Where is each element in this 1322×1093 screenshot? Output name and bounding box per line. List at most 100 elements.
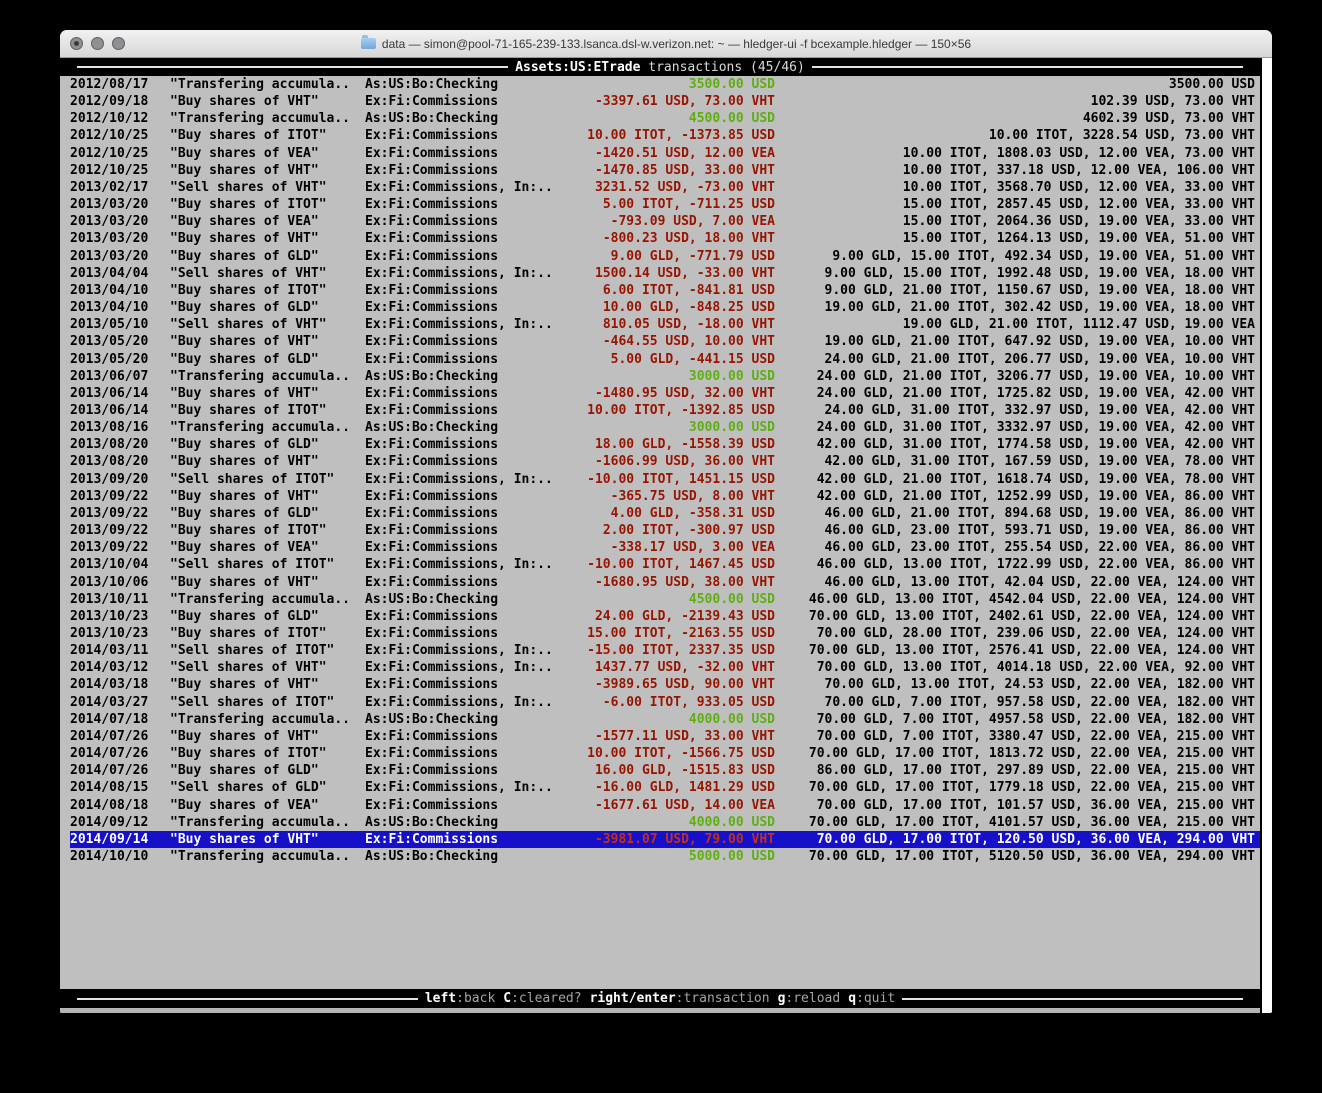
txn-amount: -1470.85 USD, 33.00 VHT — [565, 162, 775, 179]
transaction-row[interactable]: 2014/07/18 "Transfering accumula.. As:US… — [70, 711, 1260, 728]
transaction-row[interactable]: 2014/03/11 "Sell shares of ITOT" Ex:Fi:C… — [70, 642, 1260, 659]
transaction-row[interactable]: 2013/08/20 "Buy shares of VHT" Ex:Fi:Com… — [70, 453, 1260, 470]
txn-amount: -15.00 ITOT, 2337.35 USD — [565, 642, 775, 659]
txn-date: 2014/08/18 — [70, 797, 170, 814]
txn-date: 2013/08/20 — [70, 436, 170, 453]
transaction-row[interactable]: 2013/03/20 "Buy shares of VHT" Ex:Fi:Com… — [70, 230, 1260, 247]
transaction-row[interactable]: 2012/10/25 "Buy shares of VHT" Ex:Fi:Com… — [70, 162, 1260, 179]
transaction-row[interactable]: 2014/08/15 "Sell shares of GLD" Ex:Fi:Co… — [70, 779, 1260, 796]
txn-running-balance: 46.00 GLD, 21.00 ITOT, 894.68 USD, 19.00… — [775, 505, 1260, 522]
txn-running-balance: 10.00 ITOT, 337.18 USD, 12.00 VEA, 106.0… — [775, 162, 1260, 179]
txn-other-accounts: Ex:Fi:Commissions — [365, 488, 565, 505]
transaction-row[interactable]: 2013/08/20 "Buy shares of GLD" Ex:Fi:Com… — [70, 436, 1260, 453]
transaction-row[interactable]: 2012/10/25 "Buy shares of VEA" Ex:Fi:Com… — [70, 145, 1260, 162]
txn-running-balance: 46.00 GLD, 13.00 ITOT, 1722.99 USD, 22.0… — [775, 556, 1260, 573]
txn-description: "Buy shares of VHT" — [170, 162, 365, 179]
txn-description: "Buy shares of VEA" — [170, 539, 365, 556]
transaction-row[interactable]: 2012/09/18 "Buy shares of VHT" Ex:Fi:Com… — [70, 93, 1260, 110]
txn-date: 2013/10/23 — [70, 608, 170, 625]
header-rule-right — [812, 66, 1243, 68]
txn-running-balance: 102.39 USD, 73.00 VHT — [775, 93, 1260, 110]
scrollbar-track[interactable] — [1260, 58, 1272, 1013]
transaction-row[interactable]: 2012/08/17 "Transfering accumula.. As:US… — [70, 76, 1260, 93]
minimize-button[interactable] — [91, 37, 104, 50]
transaction-row[interactable]: 2013/09/22 "Buy shares of VHT" Ex:Fi:Com… — [70, 488, 1260, 505]
txn-running-balance: 24.00 GLD, 31.00 ITOT, 332.97 USD, 19.00… — [775, 402, 1260, 419]
screen-header-bar: Assets:US:ETrade transactions (45/46) — [60, 58, 1260, 76]
txn-date: 2014/07/26 — [70, 762, 170, 779]
txn-running-balance: 86.00 GLD, 17.00 ITOT, 297.89 USD, 22.00… — [775, 762, 1260, 779]
txn-description: "Buy shares of GLD" — [170, 351, 365, 368]
txn-running-balance: 70.00 GLD, 7.00 ITOT, 3380.47 USD, 22.00… — [775, 728, 1260, 745]
txn-other-accounts: Ex:Fi:Commissions — [365, 162, 565, 179]
txn-running-balance: 46.00 GLD, 13.00 ITOT, 4542.04 USD, 22.0… — [775, 591, 1260, 608]
transactions-list: 2012/08/17 "Transfering accumula.. As:US… — [60, 76, 1260, 989]
txn-amount: -6.00 ITOT, 933.05 USD — [565, 694, 775, 711]
transaction-row[interactable]: 2013/06/14 "Buy shares of VHT" Ex:Fi:Com… — [70, 385, 1260, 402]
transaction-row[interactable]: 2014/03/27 "Sell shares of ITOT" Ex:Fi:C… — [70, 694, 1260, 711]
txn-other-accounts: Ex:Fi:Commissions — [365, 539, 565, 556]
transaction-row[interactable]: 2013/09/22 "Buy shares of GLD" Ex:Fi:Com… — [70, 505, 1260, 522]
txn-other-accounts: Ex:Fi:Commissions, In:.. — [365, 694, 565, 711]
footer-rule-right — [902, 998, 1243, 1000]
transaction-row[interactable]: 2014/09/12 "Transfering accumula.. As:US… — [70, 814, 1260, 831]
transaction-row[interactable]: 2014/09/14 "Buy shares of VHT" Ex:Fi:Com… — [70, 831, 1260, 848]
transaction-row[interactable]: 2014/07/26 "Buy shares of VHT" Ex:Fi:Com… — [70, 728, 1260, 745]
txn-other-accounts: Ex:Fi:Commissions, In:.. — [365, 316, 565, 333]
transaction-row[interactable]: 2013/10/23 "Buy shares of ITOT" Ex:Fi:Co… — [70, 625, 1260, 642]
transaction-row[interactable]: 2012/10/25 "Buy shares of ITOT" Ex:Fi:Co… — [70, 127, 1260, 144]
transaction-row[interactable]: 2013/10/04 "Sell shares of ITOT" Ex:Fi:C… — [70, 556, 1260, 573]
transaction-row[interactable]: 2013/10/23 "Buy shares of GLD" Ex:Fi:Com… — [70, 608, 1260, 625]
txn-amount: -464.55 USD, 10.00 VHT — [565, 333, 775, 350]
txn-description: "Transfering accumula.. — [170, 591, 365, 608]
transaction-row[interactable]: 2013/03/20 "Buy shares of GLD" Ex:Fi:Com… — [70, 248, 1260, 265]
transaction-row[interactable]: 2013/03/20 "Buy shares of ITOT" Ex:Fi:Co… — [70, 196, 1260, 213]
transaction-row[interactable]: 2013/06/14 "Buy shares of ITOT" Ex:Fi:Co… — [70, 402, 1260, 419]
txn-amount: 3000.00 USD — [565, 419, 775, 436]
keybinding-hint: q:quit — [848, 991, 895, 1006]
transaction-row[interactable]: 2012/10/12 "Transfering accumula.. As:US… — [70, 110, 1260, 127]
transaction-row[interactable]: 2013/04/04 "Sell shares of VHT" Ex:Fi:Co… — [70, 265, 1260, 282]
txn-date: 2013/05/20 — [70, 351, 170, 368]
txn-running-balance: 15.00 ITOT, 1264.13 USD, 19.00 VEA, 51.0… — [775, 230, 1260, 247]
zoom-button[interactable] — [112, 37, 125, 50]
txn-other-accounts: Ex:Fi:Commissions — [365, 127, 565, 144]
transaction-row[interactable]: 2013/09/20 "Sell shares of ITOT" Ex:Fi:C… — [70, 471, 1260, 488]
keybinding-action: :cleared? — [511, 991, 581, 1006]
transaction-row[interactable]: 2013/06/07 "Transfering accumula.. As:US… — [70, 368, 1260, 385]
transaction-row[interactable]: 2013/05/20 "Buy shares of VHT" Ex:Fi:Com… — [70, 333, 1260, 350]
transaction-row[interactable]: 2013/08/16 "Transfering accumula.. As:US… — [70, 419, 1260, 436]
transaction-row[interactable]: 2014/03/12 "Sell shares of VHT" Ex:Fi:Co… — [70, 659, 1260, 676]
transaction-row[interactable]: 2013/09/22 "Buy shares of ITOT" Ex:Fi:Co… — [70, 522, 1260, 539]
close-button[interactable] — [70, 37, 83, 50]
transaction-row[interactable]: 2013/03/20 "Buy shares of VEA" Ex:Fi:Com… — [70, 213, 1260, 230]
txn-running-balance: 10.00 ITOT, 3568.70 USD, 12.00 VEA, 33.0… — [775, 179, 1260, 196]
txn-other-accounts: Ex:Fi:Commissions — [365, 333, 565, 350]
txn-description: "Buy shares of VEA" — [170, 213, 365, 230]
transaction-row[interactable]: 2014/03/18 "Buy shares of VHT" Ex:Fi:Com… — [70, 676, 1260, 693]
transaction-row[interactable]: 2013/05/20 "Buy shares of GLD" Ex:Fi:Com… — [70, 351, 1260, 368]
txn-running-balance: 70.00 GLD, 17.00 ITOT, 1813.72 USD, 22.0… — [775, 745, 1260, 762]
txn-description: "Buy shares of ITOT" — [170, 196, 365, 213]
txn-other-accounts: Ex:Fi:Commissions — [365, 728, 565, 745]
txn-amount: 5000.00 USD — [565, 848, 775, 865]
txn-date: 2013/03/20 — [70, 230, 170, 247]
transaction-row[interactable]: 2013/02/17 "Sell shares of VHT" Ex:Fi:Co… — [70, 179, 1260, 196]
transaction-row[interactable]: 2013/09/22 "Buy shares of VEA" Ex:Fi:Com… — [70, 539, 1260, 556]
txn-amount: 4500.00 USD — [565, 591, 775, 608]
transaction-row[interactable]: 2013/04/10 "Buy shares of GLD" Ex:Fi:Com… — [70, 299, 1260, 316]
txn-other-accounts: As:US:Bo:Checking — [365, 814, 565, 831]
header-rule-left — [77, 66, 508, 68]
transaction-row[interactable]: 2013/10/06 "Buy shares of VHT" Ex:Fi:Com… — [70, 574, 1260, 591]
txn-description: "Buy shares of GLD" — [170, 608, 365, 625]
transaction-row[interactable]: 2013/05/10 "Sell shares of VHT" Ex:Fi:Co… — [70, 316, 1260, 333]
txn-other-accounts: Ex:Fi:Commissions, In:.. — [365, 471, 565, 488]
transaction-row[interactable]: 2013/10/11 "Transfering accumula.. As:US… — [70, 591, 1260, 608]
txn-amount: -3981.07 USD, 79.00 VHT — [565, 831, 775, 848]
transaction-row[interactable]: 2014/07/26 "Buy shares of GLD" Ex:Fi:Com… — [70, 762, 1260, 779]
transaction-row[interactable]: 2014/07/26 "Buy shares of ITOT" Ex:Fi:Co… — [70, 745, 1260, 762]
txn-running-balance: 10.00 ITOT, 3228.54 USD, 73.00 VHT — [775, 127, 1260, 144]
transaction-row[interactable]: 2014/10/10 "Transfering accumula.. As:US… — [70, 848, 1260, 865]
transaction-row[interactable]: 2014/08/18 "Buy shares of VEA" Ex:Fi:Com… — [70, 797, 1260, 814]
transaction-row[interactable]: 2013/04/10 "Buy shares of ITOT" Ex:Fi:Co… — [70, 282, 1260, 299]
